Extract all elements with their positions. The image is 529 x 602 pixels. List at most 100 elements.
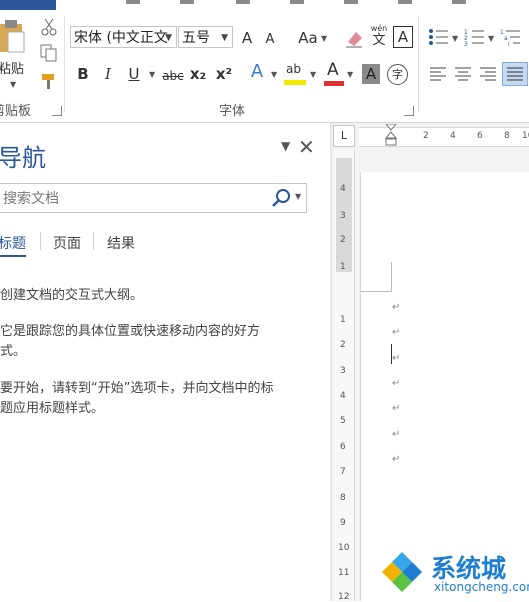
ruler-number: 11 (338, 568, 350, 578)
enclose-char-button[interactable]: 字 (387, 64, 408, 85)
ribbon-tab-strip (0, 0, 529, 10)
numbering-icon[interactable]: 1 2 3 (464, 28, 486, 46)
tab-remnant[interactable] (290, 0, 304, 4)
group-separator (418, 16, 419, 112)
bold-button[interactable]: B (76, 64, 90, 84)
ruler-number: 4 (340, 184, 346, 194)
vertical-ruler[interactable]: 4 3 2 1 1 2 3 4 5 6 7 8 9 10 11 12 (334, 150, 355, 602)
bullets-icon[interactable] (428, 28, 450, 46)
paragraph-mark: ↵ (392, 378, 401, 389)
clipboard-launcher-icon[interactable] (52, 106, 62, 116)
font-name-combo[interactable]: 宋体 (中文正文 ▼ (70, 26, 177, 48)
tab-headings[interactable]: 标题 (0, 233, 26, 257)
nav-pane-menu-button[interactable]: ▼ (281, 139, 290, 153)
paste-button[interactable]: 粘贴 ▼ (0, 18, 30, 92)
phonetic-guide-button[interactable]: wén 文 (368, 24, 390, 50)
watermark-logo-icon (379, 549, 425, 595)
chevron-down-icon: ▼ (165, 33, 172, 43)
italic-button[interactable]: I (102, 64, 114, 84)
close-icon[interactable]: ✕ (298, 135, 315, 159)
tab-selector[interactable]: L (333, 125, 355, 147)
search-icon[interactable] (271, 188, 291, 208)
nav-pane-title: 导航 (0, 144, 46, 172)
nav-hint-line: 题应用标题样式。 (0, 401, 105, 416)
nav-hint-line: 要开始，请转到“开始”选项卡，并向文档中的标 (0, 381, 274, 396)
font-size-combo[interactable]: 五号 ▼ (178, 26, 233, 48)
highlight-button[interactable]: ab (284, 62, 308, 88)
font-size-value: 五号 (182, 30, 210, 46)
font-launcher-icon[interactable] (404, 106, 414, 116)
align-left-icon[interactable] (429, 66, 447, 82)
superscript-button[interactable]: x² (215, 64, 233, 84)
copy-icon[interactable] (40, 44, 58, 62)
ribbon: 粘贴 ▼ 剪贴板 宋体 (中文正文 ▼ 五号 ▼ A A Aa ▼ wén 文 … (0, 10, 529, 123)
chevron-down-icon: ▼ (10, 80, 17, 89)
document-page[interactable] (360, 172, 529, 601)
ruler-number: 1 (340, 315, 346, 325)
highlight-label: ab (286, 62, 301, 76)
tab-remnant[interactable] (126, 0, 140, 4)
nav-hint-outline: 创建文档的交互式大纲。 (0, 286, 312, 306)
indent-marker-icon[interactable] (384, 124, 398, 150)
chevron-down-icon: ▼ (149, 70, 156, 79)
justify-button[interactable] (502, 62, 528, 86)
chevron-down-icon: ▼ (452, 34, 459, 43)
ruler-number: 6 (477, 131, 483, 141)
chevron-down-icon: ▼ (321, 34, 328, 43)
nav-hint-line: 创建文档的交互式大纲。 (0, 288, 144, 303)
tab-file[interactable] (0, 0, 56, 10)
paragraph-mark: ↵ (392, 302, 401, 313)
paragraph-mark: ↵ (392, 353, 401, 364)
cut-icon[interactable] (40, 18, 58, 36)
ruler-number: 1 (340, 262, 346, 272)
ruler-number: 4 (450, 131, 456, 141)
grow-font-button[interactable]: A (240, 28, 254, 48)
tab-remnant[interactable] (398, 0, 412, 4)
margin-corner-mark (391, 262, 392, 292)
tab-remnant[interactable] (452, 0, 466, 4)
ruler-number: 3 (340, 366, 346, 376)
font-color-button[interactable]: A (324, 60, 344, 88)
tab-pages[interactable]: 页面 (53, 233, 81, 253)
multilevel-list-icon[interactable]: 1 a i (500, 28, 522, 46)
underline-button[interactable]: U (127, 64, 141, 84)
clear-format-icon[interactable] (344, 28, 364, 48)
clipboard-icon (0, 20, 25, 53)
tab-results[interactable]: 结果 (107, 233, 135, 253)
nav-hint-tracking: 它是跟踪您的具体位置或快速移动内容的好方 式。 (0, 322, 312, 362)
ruler-number: 4 (340, 391, 346, 401)
font-name-value: 宋体 (中文正文 (74, 30, 168, 46)
char-border-button[interactable]: A (393, 26, 413, 48)
chevron-down-icon: ▼ (347, 70, 354, 79)
format-painter-icon[interactable] (40, 72, 58, 90)
font-color-label: A (327, 60, 339, 80)
shrink-font-button[interactable]: A (264, 30, 276, 50)
margin-corner-mark (361, 291, 391, 292)
tab-remnant[interactable] (236, 0, 250, 4)
subscript-button[interactable]: x₂ (189, 64, 207, 84)
ruler-number: 9 (340, 518, 346, 528)
group-separator (64, 16, 65, 112)
chevron-down-icon: ▼ (221, 33, 228, 43)
center-icon[interactable] (454, 66, 472, 82)
horizontal-ruler[interactable]: 2 4 6 8 10 (359, 124, 529, 150)
text-effects-button[interactable]: A (249, 62, 265, 82)
tab-remnant[interactable] (344, 0, 358, 4)
phonetic-label: wén (370, 24, 388, 33)
ruler-number: 2 (340, 340, 346, 350)
paragraph-mark: ↵ (392, 403, 401, 414)
search-box[interactable]: ▼ (0, 183, 307, 214)
align-right-icon[interactable] (479, 66, 497, 82)
change-case-button[interactable]: Aa (297, 28, 319, 48)
char-shading-button[interactable]: A (362, 64, 380, 84)
highlight-color-bar (284, 80, 306, 85)
ruler-number: 2 (423, 131, 429, 141)
chevron-down-icon: ▼ (310, 70, 317, 79)
phonetic-char: 文 (372, 33, 386, 48)
search-input[interactable] (0, 184, 255, 214)
ruler-number: 10 (338, 543, 350, 553)
strikethrough-button[interactable]: abc (162, 66, 184, 86)
svg-text:i: i (508, 41, 510, 46)
tab-remnant[interactable] (180, 0, 194, 4)
chevron-down-icon[interactable]: ▼ (295, 192, 301, 201)
